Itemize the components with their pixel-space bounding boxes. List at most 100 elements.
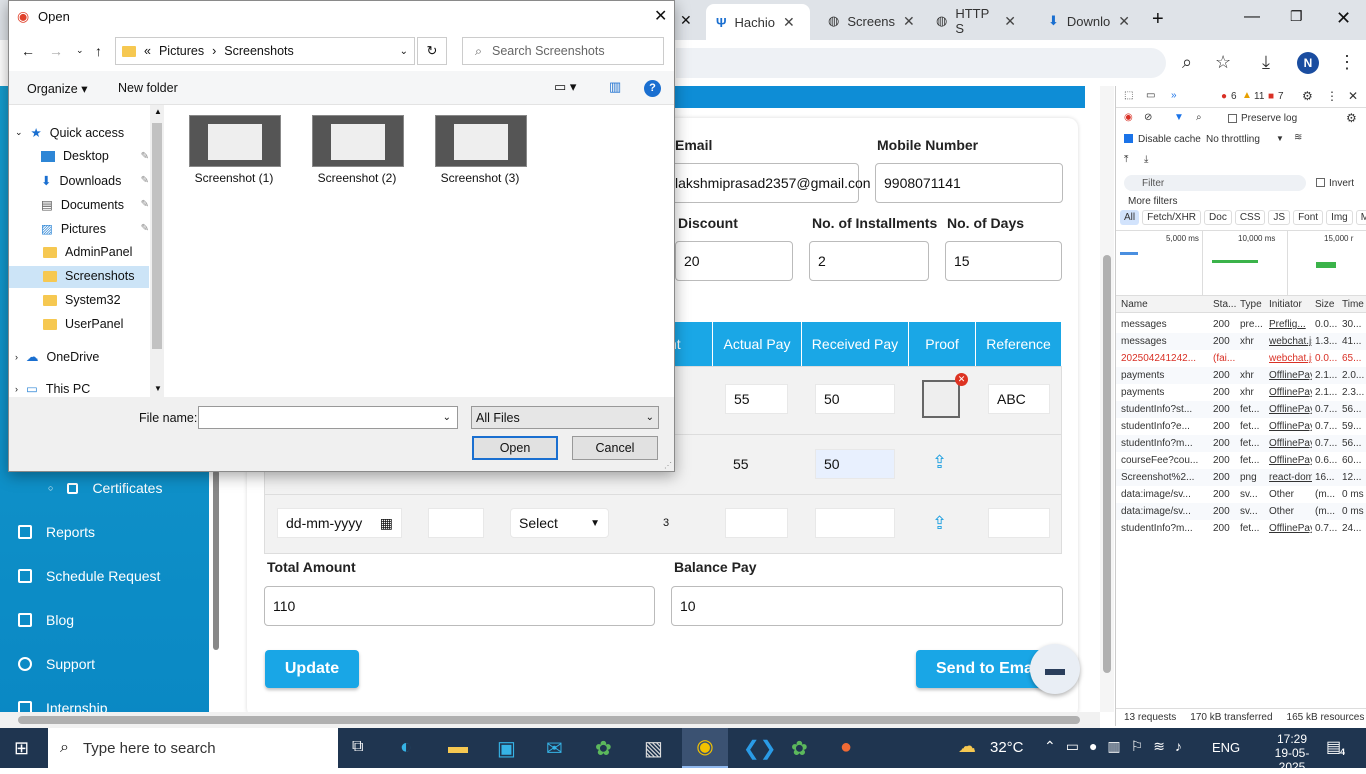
clear-icon[interactable]: ⊘ <box>1144 112 1152 123</box>
reference-input[interactable] <box>988 508 1050 538</box>
actual-pay-cell[interactable]: 55 <box>725 384 788 414</box>
file-thumbnail[interactable] <box>435 115 527 167</box>
column-header[interactable]: Name <box>1121 299 1148 310</box>
taskbar-search[interactable]: ⌕ Type here to search <box>48 728 338 768</box>
export-icon[interactable]: ⤓ <box>1144 154 1148 165</box>
tab-hachio[interactable]: Ψ Hachio ✕ <box>706 4 810 40</box>
notifications-icon[interactable]: ▤ <box>1326 737 1341 757</box>
resize-grip-icon[interactable]: ⋰ <box>664 461 672 470</box>
view-options-icon[interactable]: ▭ ▾ <box>554 79 576 95</box>
breadcrumb[interactable]: « Pictures › Screenshots ⌄ <box>115 37 415 65</box>
request-row[interactable]: payments 200 xhr OfflinePay 2.1... 2.3... <box>1116 384 1366 401</box>
chevron-down-icon[interactable]: ⌄ <box>400 46 408 57</box>
chat-bubble-icon[interactable]: ▬ <box>1030 644 1080 694</box>
nav-item-screenshots[interactable]: Screenshots <box>43 269 134 283</box>
upload-icon[interactable]: ⇪ <box>932 513 947 534</box>
scrollbar-thumb[interactable] <box>18 716 1080 724</box>
cancel-button[interactable]: Cancel <box>572 436 658 460</box>
kebab-icon[interactable]: ⋮ <box>1326 89 1338 103</box>
request-row[interactable]: studentInfo?st... 200 fet... OfflinePay 0.7.… <box>1116 401 1366 418</box>
send-email-button[interactable]: Send to Ema <box>916 650 1046 688</box>
column-header[interactable]: Time <box>1342 299 1364 310</box>
app-icon[interactable]: ✿ <box>791 736 808 761</box>
close-tab-icon[interactable]: ✕ <box>1118 13 1130 30</box>
throttling-select[interactable]: No throttling <box>1206 134 1260 145</box>
avatar[interactable]: N <box>1297 52 1319 74</box>
new-folder-button[interactable]: New folder <box>118 81 178 95</box>
invert-checkbox[interactable] <box>1316 178 1325 187</box>
sidebar-item-blog[interactable]: Blog <box>18 612 74 628</box>
task-view-icon[interactable]: ⧉ <box>352 738 363 756</box>
windows-start-icon[interactable]: ⊞ <box>14 738 29 759</box>
nav-item-this-pc[interactable]: › ▭ This PC <box>15 381 90 397</box>
nav-item-onedrive[interactable]: › ☁ OneDrive <box>15 349 99 365</box>
request-row[interactable]: payments 200 xhr OfflinePay 2.1... 2.0... <box>1116 367 1366 384</box>
search-input[interactable]: ⌕ Search Screenshots <box>462 37 664 65</box>
new-tab-icon[interactable]: + <box>1152 8 1164 31</box>
edge-icon[interactable]: ◐ <box>400 736 412 759</box>
language-indicator[interactable]: ENG <box>1212 740 1240 755</box>
request-row[interactable]: data:image/sv... 200 sv... Other (m... 0 ms <box>1116 486 1366 503</box>
request-row[interactable]: studentInfo?m... 200 fet... OfflinePay 0.7..… <box>1116 520 1366 537</box>
file-explorer-icon[interactable]: ▬ <box>448 736 468 759</box>
device-icon[interactable]: ▭ <box>1146 90 1155 101</box>
help-icon[interactable]: ? <box>644 80 661 97</box>
total-field[interactable]: 110 <box>264 586 655 626</box>
scroll-up-icon[interactable]: ▲ <box>154 107 162 116</box>
request-row[interactable]: messages 200 pre... Preflig... 0.0... 30... <box>1116 316 1366 333</box>
column-header[interactable]: Initiator <box>1269 299 1302 310</box>
menu-kebab-icon[interactable]: ⋮ <box>1338 52 1356 73</box>
search-icon[interactable]: ⌕ <box>1196 112 1202 123</box>
upload-icon[interactable]: ⇪ <box>932 452 947 473</box>
type-filter[interactable]: Media <box>1355 210 1366 225</box>
postman-icon[interactable]: ● <box>840 736 852 759</box>
sidebar-item-support[interactable]: Support <box>18 656 95 672</box>
settings-gear-icon[interactable]: ⚙ <box>1302 89 1313 103</box>
tab-http[interactable]: ◍ HTTP S ✕ <box>926 6 1026 36</box>
file-type-select[interactable]: All Files ⌄ <box>471 406 659 429</box>
type-filter[interactable]: All <box>1120 210 1140 225</box>
more-filters-button[interactable]: More filters <box>1128 196 1177 207</box>
zoom-icon[interactable]: ⌕ <box>1182 52 1192 73</box>
remove-proof-icon[interactable]: ✕ <box>955 373 968 386</box>
bookmark-star-icon[interactable]: ☆ <box>1215 52 1231 73</box>
recent-locations-icon[interactable]: ⌄ <box>76 45 84 56</box>
forward-arrow-icon[interactable]: → <box>49 43 63 59</box>
nav-item-desktop[interactable]: Desktop ✎ <box>41 149 149 163</box>
preview-pane-icon[interactable]: ▥ <box>609 79 621 95</box>
close-icon[interactable]: ✕ <box>654 6 667 26</box>
proof-thumbnail[interactable] <box>922 380 960 418</box>
photos-icon[interactable]: ▧ <box>644 736 663 761</box>
received-pay-cell[interactable]: 50 <box>815 449 895 479</box>
import-icon[interactable]: ⤒ <box>1124 154 1128 165</box>
sidebar-scrollbar[interactable] <box>213 470 219 650</box>
chevron-down-icon[interactable]: ⌄ <box>443 412 451 423</box>
type-filter[interactable]: JS <box>1268 210 1291 225</box>
request-row[interactable]: messages 200 xhr webchat.js 1.3... 41... <box>1116 333 1366 350</box>
chrome-taskbar-button[interactable]: ◉ <box>682 728 728 768</box>
tab-screens[interactable]: ◍ Screens ✕ <box>818 6 918 36</box>
received-pay-input[interactable] <box>815 508 895 538</box>
type-filter[interactable]: Doc <box>1204 210 1232 225</box>
request-row[interactable]: data:image/sv... 200 sv... Other (m... 0 ms <box>1116 503 1366 520</box>
nav-item-userpanel[interactable]: UserPanel <box>43 317 123 331</box>
preserve-log-checkbox[interactable] <box>1228 114 1237 123</box>
type-filter[interactable]: Font <box>1293 210 1324 225</box>
vscode-icon[interactable]: ❮❯ <box>743 736 777 761</box>
request-row[interactable]: studentInfo?m... 200 fet... OfflinePay 0.7..… <box>1116 435 1366 452</box>
file-name-label[interactable]: Screenshot (1) <box>179 171 289 185</box>
scrollbar-thumb[interactable] <box>152 123 162 349</box>
sidebar-item-schedule-request[interactable]: Schedule Request <box>18 568 160 584</box>
sidebar-item-certificates[interactable]: ○ Certificates <box>48 480 162 496</box>
file-name-input[interactable]: ⌄ <box>198 406 458 429</box>
breadcrumb-item[interactable]: Screenshots <box>224 44 293 58</box>
system-tray-icons[interactable]: ⌃▭●▥⚐≋♪ <box>1044 738 1192 755</box>
type-filter[interactable]: CSS <box>1234 210 1266 225</box>
request-row[interactable]: studentInfo?e... 200 fet... OfflinePay 0.7..… <box>1116 418 1366 435</box>
open-button[interactable]: Open <box>472 436 558 460</box>
file-thumbnail[interactable] <box>312 115 404 167</box>
date-input[interactable]: dd-mm-yyyy ▦ <box>277 508 402 538</box>
file-name-label[interactable]: Screenshot (2) <box>302 171 412 185</box>
tab-downloads[interactable]: ⬇ Downlo ✕ <box>1038 6 1138 36</box>
file-thumbnail[interactable] <box>189 115 281 167</box>
